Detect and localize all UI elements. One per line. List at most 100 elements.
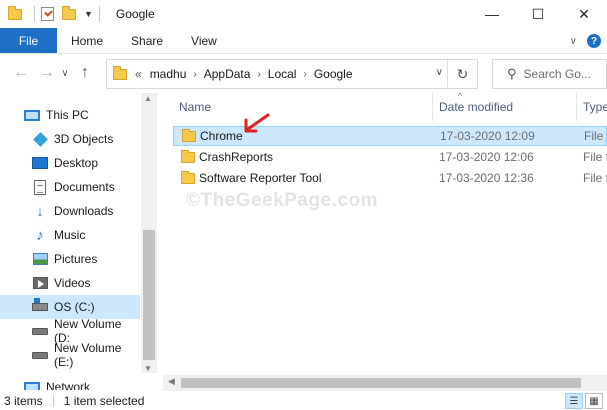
forward-button[interactable]: → — [36, 62, 58, 84]
folder-icon — [181, 170, 195, 184]
nav-item-label: 3D Objects — [54, 132, 114, 146]
customize-toolbar-chevron-icon[interactable]: ▼ — [84, 9, 93, 19]
refresh-button[interactable]: ↻ — [447, 60, 477, 88]
folder-icon — [8, 5, 22, 20]
folder-icon — [181, 149, 195, 163]
window-controls: — ☐ ✕ — [469, 0, 607, 28]
nav-item-label: Pictures — [54, 252, 98, 266]
minimize-button[interactable]: — — [469, 0, 515, 28]
nav-item-music[interactable]: ♪ Music — [0, 223, 140, 247]
divider — [34, 6, 35, 22]
breadcrumb-separator[interactable]: › — [303, 69, 306, 80]
properties-icon[interactable] — [41, 7, 54, 21]
details-view-button[interactable]: ☰ — [565, 393, 583, 409]
folder-icon — [182, 128, 196, 142]
file-type: File fo — [583, 150, 607, 164]
nav-item-label: Network — [46, 380, 91, 390]
search-icon: ⚲ — [507, 66, 517, 81]
ribbon-tabs: File Home Share View ∨ ? — [0, 28, 607, 54]
divider — [98, 6, 100, 22]
help-icon[interactable]: ? — [587, 34, 601, 48]
nav-item-new-volume-d[interactable]: New Volume (D: — [0, 317, 140, 345]
quick-access-toolbar: ▼ — [0, 0, 106, 28]
file-row-chrome[interactable]: Chrome 17-03-2020 12:09 File fo — [173, 126, 607, 146]
breadcrumb-madhu[interactable]: madhu — [150, 67, 187, 81]
search-placeholder: Search Go... — [523, 67, 591, 81]
ribbon-controls: ∨ ? — [570, 28, 601, 54]
this-pc-icon — [24, 107, 40, 123]
column-divider[interactable] — [576, 93, 577, 121]
file-list: ^ Name Date modified Type Chrome 17-03-2… — [163, 91, 607, 373]
file-row-software-reporter-tool[interactable]: Software Reporter Tool 17-03-2020 12:36 … — [173, 168, 607, 188]
tab-view[interactable]: View — [177, 28, 231, 53]
breadcrumb-separator[interactable]: › — [193, 69, 196, 80]
close-button[interactable]: ✕ — [561, 0, 607, 28]
item-count: 3 items — [4, 394, 43, 408]
breadcrumb-google[interactable]: Google — [314, 67, 353, 81]
column-header-date-modified[interactable]: Date modified — [439, 93, 513, 121]
breadcrumb-separator[interactable]: › — [257, 69, 260, 80]
drive-icon — [32, 347, 48, 363]
file-type: File fo — [583, 171, 607, 185]
column-header-type[interactable]: Type — [583, 93, 607, 121]
navigation-bar: ← → ∨ ↑ « madhu › AppData › Local › Goog… — [0, 55, 607, 91]
folder-icon — [113, 65, 127, 80]
scrollbar-thumb[interactable] — [181, 378, 581, 388]
tab-share[interactable]: Share — [117, 28, 177, 53]
scrollbar-thumb[interactable] — [143, 230, 155, 360]
file-name: Software Reporter Tool — [199, 171, 322, 185]
new-folder-icon[interactable] — [62, 5, 76, 20]
nav-item-desktop[interactable]: Desktop — [0, 151, 140, 175]
nav-item-os-c[interactable]: OS (C:) — [0, 295, 140, 319]
drive-icon — [32, 323, 48, 339]
view-switcher: ☰ ▦ — [565, 393, 603, 409]
nav-item-network[interactable]: Network — [0, 375, 140, 390]
selection-count: 1 item selected — [63, 394, 145, 408]
breadcrumb-appdata[interactable]: AppData — [204, 67, 251, 81]
expand-ribbon-icon[interactable]: ∨ — [570, 36, 577, 47]
recent-locations-chevron-icon[interactable]: ∨ — [58, 62, 72, 84]
address-dropdown-icon[interactable]: ∨ — [436, 67, 443, 78]
nav-item-this-pc[interactable]: This PC — [0, 103, 140, 127]
large-icons-view-button[interactable]: ▦ — [585, 393, 603, 409]
nav-item-videos[interactable]: Videos — [0, 271, 140, 295]
pictures-icon — [32, 251, 48, 267]
file-date-modified: 17-03-2020 12:06 — [439, 150, 534, 164]
window-title: Google — [115, 7, 155, 21]
nav-item-label: OS (C:) — [54, 300, 95, 314]
address-bar[interactable]: « madhu › AppData › Local › Google ∨ ↻ — [106, 59, 478, 89]
nav-item-documents[interactable]: Documents — [0, 175, 140, 199]
desktop-icon — [32, 155, 48, 171]
navigation-pane: This PC 3D Objects Desktop Documents ↓ D… — [0, 93, 157, 390]
scroll-left-icon[interactable]: ◀ — [168, 376, 175, 387]
nav-item-new-volume-e[interactable]: New Volume (E:) — [0, 341, 140, 369]
divider — [52, 395, 54, 407]
downloads-icon: ↓ — [36, 202, 44, 220]
scroll-down-icon[interactable]: ▼ — [144, 364, 152, 373]
tab-file[interactable]: File — [0, 28, 57, 53]
nav-item-label: New Volume (E:) — [54, 341, 122, 369]
nav-item-pictures[interactable]: Pictures — [0, 247, 140, 271]
scroll-up-icon[interactable]: ▲ — [144, 94, 152, 103]
breadcrumb-local[interactable]: Local — [268, 67, 297, 81]
nav-item-label: Documents — [54, 180, 115, 194]
breadcrumb-overflow[interactable]: « — [135, 67, 142, 81]
navigation-pane-scrollbar[interactable] — [141, 93, 157, 373]
documents-icon — [32, 179, 48, 195]
nav-item-downloads[interactable]: ↓ Downloads — [0, 199, 140, 223]
tab-home[interactable]: Home — [57, 28, 117, 53]
file-list-horizontal-scrollbar[interactable]: ◀ — [163, 375, 607, 391]
maximize-button[interactable]: ☐ — [515, 0, 561, 28]
file-type: File fo — [584, 129, 607, 143]
file-date-modified: 17-03-2020 12:36 — [439, 171, 534, 185]
nav-item-label: This PC — [46, 108, 89, 122]
file-row-crashreports[interactable]: CrashReports 17-03-2020 12:06 File fo — [173, 147, 607, 167]
up-button[interactable]: ↑ — [74, 62, 96, 84]
3d-objects-icon — [32, 131, 48, 147]
column-header-name[interactable]: Name — [179, 93, 211, 121]
network-icon — [24, 379, 40, 390]
column-divider[interactable] — [432, 93, 433, 121]
search-input[interactable]: ⚲ Search Go... — [492, 59, 607, 89]
nav-item-3d-objects[interactable]: 3D Objects — [0, 127, 140, 151]
back-button[interactable]: ← — [10, 62, 32, 84]
